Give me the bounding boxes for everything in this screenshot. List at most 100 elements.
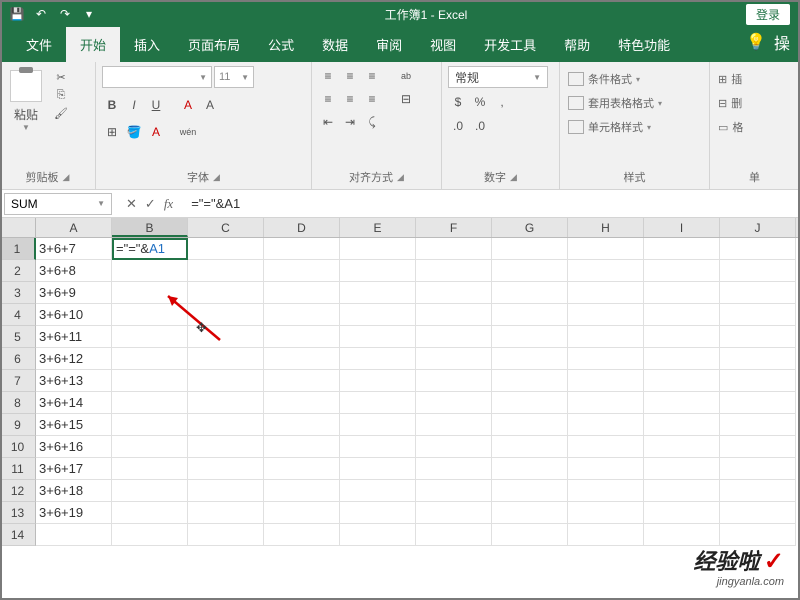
cells-grid[interactable]: 3+6+7="="&A13+6+83+6+93+6+103+6+113+6+12…	[36, 238, 796, 546]
align-middle-icon[interactable]: ≡	[340, 66, 360, 86]
cell[interactable]	[568, 282, 644, 304]
cell[interactable]: 3+6+9	[36, 282, 112, 304]
row-header[interactable]: 3	[0, 282, 36, 304]
cell[interactable]	[568, 348, 644, 370]
cell[interactable]	[264, 348, 340, 370]
cell[interactable]: 3+6+13	[36, 370, 112, 392]
row-header[interactable]: 5	[0, 326, 36, 348]
cell[interactable]	[644, 436, 720, 458]
cell[interactable]	[264, 502, 340, 524]
col-header-b[interactable]: B	[112, 218, 188, 237]
cell[interactable]	[492, 238, 568, 260]
cell[interactable]	[264, 524, 340, 546]
font-launcher-icon[interactable]: ◢	[213, 172, 220, 183]
cell[interactable]: 3+6+19	[36, 502, 112, 524]
cell[interactable]	[264, 260, 340, 282]
cell[interactable]	[188, 348, 264, 370]
cell[interactable]	[568, 392, 644, 414]
col-header-j[interactable]: J	[720, 218, 796, 237]
cell[interactable]	[720, 282, 796, 304]
alignment-launcher-icon[interactable]: ◢	[397, 172, 404, 183]
font-color-a-button[interactable]: A	[178, 95, 198, 115]
name-box[interactable]: SUM ▼	[4, 193, 112, 215]
row-header[interactable]: 8	[0, 392, 36, 414]
cell[interactable]	[188, 458, 264, 480]
font-color-button[interactable]: A	[146, 122, 166, 142]
cell[interactable]	[720, 502, 796, 524]
align-center-icon[interactable]: ≡	[340, 89, 360, 109]
cell[interactable]	[112, 326, 188, 348]
tab-home[interactable]: 开始	[66, 27, 120, 62]
cut-icon[interactable]: ✂	[52, 70, 70, 84]
orientation-icon[interactable]: ⤹	[362, 112, 382, 132]
qat-customize-icon[interactable]: ▾	[80, 5, 98, 23]
cell[interactable]: 3+6+14	[36, 392, 112, 414]
cell[interactable]	[340, 502, 416, 524]
cell[interactable]	[416, 524, 492, 546]
cell[interactable]	[416, 392, 492, 414]
align-left-icon[interactable]: ≡	[318, 89, 338, 109]
cell[interactable]: 3+6+11	[36, 326, 112, 348]
cell[interactable]	[340, 458, 416, 480]
cell[interactable]	[644, 282, 720, 304]
cell[interactable]	[416, 304, 492, 326]
cell[interactable]: 3+6+15	[36, 414, 112, 436]
number-format-combo[interactable]: 常规 ▼	[448, 66, 548, 88]
cell[interactable]	[644, 370, 720, 392]
table-format-button[interactable]: 套用表格格式 ▾	[568, 92, 662, 114]
number-launcher-icon[interactable]: ◢	[510, 172, 517, 183]
cell[interactable]	[416, 370, 492, 392]
cell[interactable]: 3+6+16	[36, 436, 112, 458]
cell[interactable]: 3+6+7	[36, 238, 112, 260]
row-header[interactable]: 7	[0, 370, 36, 392]
cell[interactable]	[644, 480, 720, 502]
select-all-corner[interactable]	[0, 218, 36, 237]
cell[interactable]	[644, 238, 720, 260]
cell[interactable]	[492, 458, 568, 480]
cell[interactable]	[264, 282, 340, 304]
clipboard-launcher-icon[interactable]: ◢	[63, 172, 70, 183]
row-header[interactable]: 6	[0, 348, 36, 370]
cell[interactable]	[568, 260, 644, 282]
wrap-text-button[interactable]: ab	[392, 66, 420, 86]
tab-view[interactable]: 视图	[416, 27, 470, 62]
cell[interactable]	[188, 480, 264, 502]
decrease-decimal-icon[interactable]: .0	[470, 116, 490, 136]
cell[interactable]	[720, 370, 796, 392]
row-header[interactable]: 13	[0, 502, 36, 524]
cell[interactable]	[340, 480, 416, 502]
cell[interactable]	[720, 348, 796, 370]
row-header[interactable]: 10	[0, 436, 36, 458]
cell[interactable]	[188, 326, 264, 348]
phonetic-button[interactable]: wén	[178, 122, 198, 142]
italic-button[interactable]: I	[124, 95, 144, 115]
cell[interactable]	[492, 392, 568, 414]
cell[interactable]	[340, 282, 416, 304]
tab-layout[interactable]: 页面布局	[174, 27, 254, 62]
cell[interactable]	[644, 502, 720, 524]
col-header-d[interactable]: D	[264, 218, 340, 237]
cell[interactable]	[112, 370, 188, 392]
cell[interactable]	[188, 524, 264, 546]
tab-insert[interactable]: 插入	[120, 27, 174, 62]
font-grow-button[interactable]: A	[200, 95, 220, 115]
cell[interactable]	[188, 436, 264, 458]
cell[interactable]	[340, 238, 416, 260]
cell[interactable]	[720, 238, 796, 260]
cell[interactable]	[188, 260, 264, 282]
row-header[interactable]: 2	[0, 260, 36, 282]
cell[interactable]	[112, 304, 188, 326]
cell[interactable]	[188, 502, 264, 524]
col-header-c[interactable]: C	[188, 218, 264, 237]
cell[interactable]: 3+6+8	[36, 260, 112, 282]
cell[interactable]	[568, 502, 644, 524]
col-header-g[interactable]: G	[492, 218, 568, 237]
cell[interactable]	[720, 436, 796, 458]
cell[interactable]	[720, 392, 796, 414]
tab-file[interactable]: 文件	[12, 27, 66, 62]
row-header[interactable]: 1	[0, 238, 36, 260]
copy-icon[interactable]: ⎘	[52, 88, 70, 102]
save-icon[interactable]: 💾	[8, 5, 26, 23]
cell[interactable]	[340, 392, 416, 414]
cell[interactable]	[644, 458, 720, 480]
